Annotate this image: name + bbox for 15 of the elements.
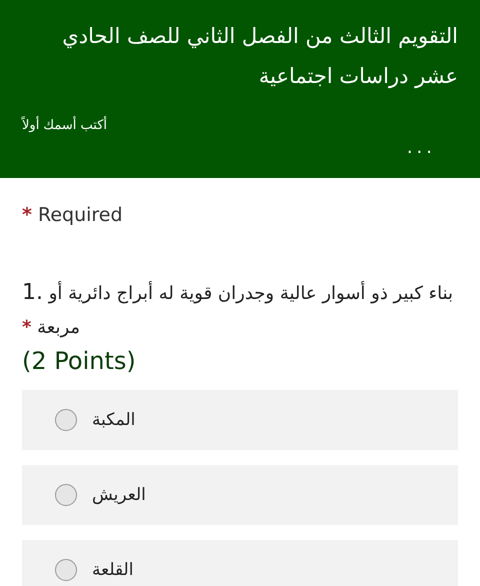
option-label: المكبة: [92, 410, 136, 430]
radio-button[interactable]: [55, 559, 77, 581]
answer-option[interactable]: المكبة: [22, 390, 458, 450]
required-label: Required: [38, 204, 123, 226]
points-label: (2 Points): [22, 347, 137, 375]
form-subtitle: أكتب أسمك أولاً: [22, 118, 108, 133]
radio-button[interactable]: [55, 409, 77, 431]
radio-button[interactable]: [55, 484, 77, 506]
required-mark: *: [22, 204, 32, 226]
answer-option[interactable]: القلعة: [22, 540, 458, 586]
form-title: التقويم الثالث من الفصل الثاني للصف الحادي عشر دراسات اجتماعية: [61, 23, 458, 90]
option-label: القلعة: [92, 560, 134, 580]
answer-option[interactable]: العريش: [22, 465, 458, 525]
more-button[interactable]: ...: [406, 137, 436, 159]
option-label: العريش: [92, 485, 146, 505]
